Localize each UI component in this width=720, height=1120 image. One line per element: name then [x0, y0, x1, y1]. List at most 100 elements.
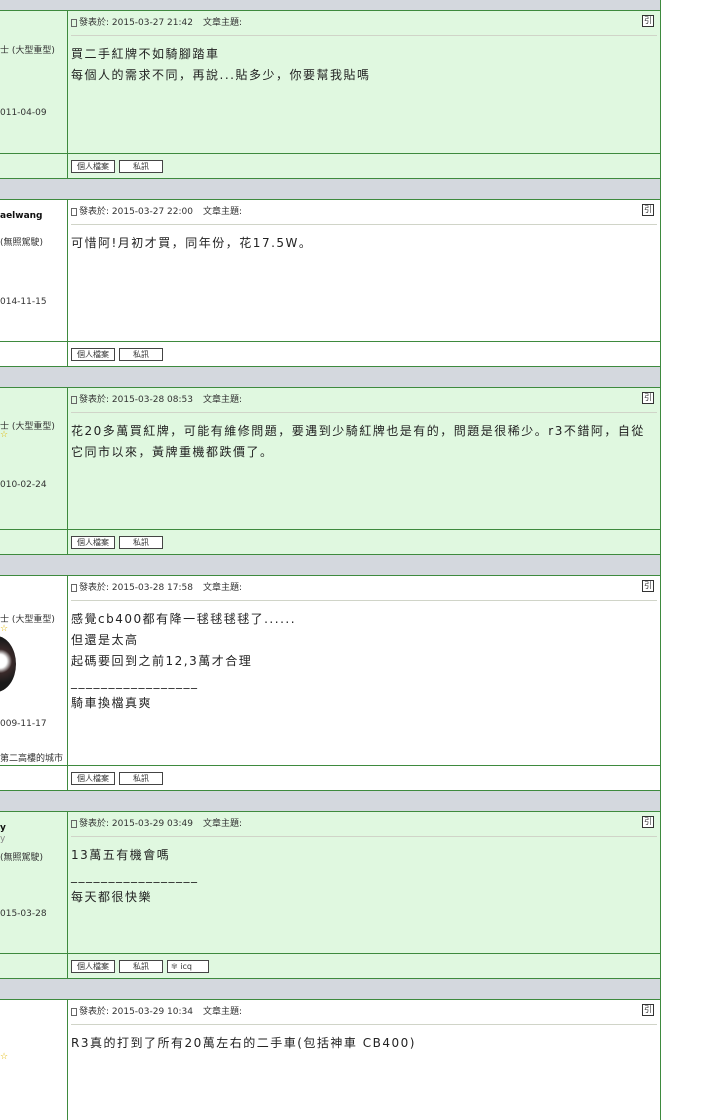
post-document-icon	[71, 1008, 77, 1016]
post-footer: 個人檔案 私訊	[0, 529, 660, 554]
profile-button[interactable]: 個人檔案	[71, 159, 115, 173]
post-meta: 發表於: 2015-03-28 08:53 文章主題: 引	[71, 388, 657, 413]
post-body: 買二手紅牌不如騎腳踏車 每個人的需求不同，再說...貼多少，你要幫我貼嗎	[71, 36, 657, 86]
footer-buttons: 個人檔案 私訊	[68, 154, 163, 178]
post-date: 發表於: 2015-03-29 10:34	[79, 1007, 193, 1017]
post-content: 發表於: 2015-03-27 22:00 文章主題: 引 可惜阿!月初才買，同…	[68, 200, 660, 341]
author-joined-date: 014-11-15	[0, 297, 47, 307]
footer-spacer	[0, 342, 68, 366]
post-body: 可惜阿!月初才買，同年份，花17.5W。	[71, 225, 657, 254]
post-footer: 個人檔案 私訊	[0, 765, 660, 790]
quote-icon[interactable]: 引	[642, 204, 654, 216]
author-rank: 士 (大型重型)	[0, 422, 55, 432]
post-meta: 發表於: 2015-03-28 17:58 文章主題: 引	[71, 576, 657, 601]
post-date: 發表於: 2015-03-29 03:49	[79, 819, 193, 829]
quote-icon[interactable]: 引	[642, 580, 654, 592]
quote-icon[interactable]: 引	[642, 15, 654, 27]
forum-thread: 士 (大型重型) 011-04-09 發表於: 2015-03-27 21:42…	[0, 0, 661, 1120]
post-line: R3真的打到了所有20萬左右的二手車(包括神車 CB400)	[71, 1036, 416, 1050]
post-content: 發表於: 2015-03-28 17:58 文章主題: 引 感覺cb400都有降…	[68, 576, 660, 765]
post-document-icon	[71, 208, 77, 216]
author-location: 第二高樓的城市	[0, 754, 64, 764]
post-topic-label: 文章主題:	[203, 583, 243, 593]
author-name[interactable]: aelwang	[0, 211, 43, 221]
footer-spacer	[0, 530, 68, 554]
post-topic-label: 文章主題:	[203, 395, 243, 405]
author-rank: (無照駕駛)	[0, 238, 44, 248]
post-signature: 騎車換檔真爽	[71, 696, 153, 710]
post-content: 發表於: 2015-03-27 21:42 文章主題: 引 買二手紅牌不如騎腳踏…	[68, 11, 660, 153]
author-rank: 士 (大型重型)	[0, 46, 55, 56]
forum-post: aelwang (無照駕駛) 014-11-15 發表於: 2015-03-27…	[0, 200, 660, 367]
forum-post: 士 (大型重型) ☆ 009-11-17 第二高樓的城市 發表於: 2015-0…	[0, 576, 660, 791]
author-rank: 士 (大型重型)	[0, 615, 55, 625]
quote-icon[interactable]: 引	[642, 392, 654, 404]
post-line: 13萬五有機會嗎	[71, 848, 171, 862]
profile-button[interactable]: 個人檔案	[71, 535, 115, 549]
post-footer: 個人檔案 私訊	[0, 341, 660, 366]
post-body: R3真的打到了所有20萬左右的二手車(包括神車 CB400)	[71, 1025, 657, 1054]
author-rank: (無照駕駛)	[0, 853, 44, 863]
row-separator	[0, 367, 660, 388]
private-message-button[interactable]: 私訊	[119, 159, 163, 173]
author-name[interactable]: y	[0, 823, 6, 833]
post-line: 每個人的需求不同，再說...貼多少，你要幫我貼嗎	[71, 68, 371, 82]
post-content: 發表於: 2015-03-29 10:34 文章主題: 引 R3真的打到了所有2…	[68, 1000, 660, 1120]
post-body: 13萬五有機會嗎 _________________ 每天都很快樂	[71, 837, 657, 908]
footer-buttons: 個人檔案 私訊 ✾ icq	[68, 954, 209, 978]
avatar[interactable]	[0, 636, 16, 692]
post-date: 發表於: 2015-03-27 22:00	[79, 207, 193, 217]
author-joined-date: 011-04-09	[0, 108, 47, 118]
rank-star-icon: ☆	[0, 624, 9, 634]
footer-buttons: 個人檔案 私訊	[68, 766, 163, 790]
author-panel: ☆	[0, 1000, 68, 1120]
quote-icon[interactable]: 引	[642, 816, 654, 828]
post-meta: 發表於: 2015-03-29 10:34 文章主題: 引	[71, 1000, 657, 1025]
rank-star-icon: ☆	[0, 430, 9, 440]
footer-buttons: 個人檔案 私訊	[68, 530, 163, 554]
post-line: 它同市以來，黃牌重機都跌價了。	[71, 445, 274, 459]
author-joined-date: 015-03-28	[0, 909, 47, 919]
row-separator	[0, 0, 660, 11]
post-content: 發表於: 2015-03-28 08:53 文章主題: 引 花20多萬買紅牌，可…	[68, 388, 660, 529]
post-content: 發表於: 2015-03-29 03:49 文章主題: 引 13萬五有機會嗎 _…	[68, 812, 660, 953]
author-joined-date: 010-02-24	[0, 480, 47, 490]
post-line: 起碼要回到之前12,3萬才合理	[71, 654, 253, 668]
row-separator	[0, 979, 660, 1000]
post-line: 可惜阿!月初才買，同年份，花17.5W。	[71, 236, 313, 250]
post-meta: 發表於: 2015-03-27 21:42 文章主題: 引	[71, 11, 657, 36]
post-document-icon	[71, 396, 77, 404]
post-line: 買二手紅牌不如騎腳踏車	[71, 47, 220, 61]
private-message-button[interactable]: 私訊	[119, 771, 163, 785]
profile-button[interactable]: 個人檔案	[71, 771, 115, 785]
rank-star-icon: ☆	[0, 1052, 9, 1062]
post-meta: 發表於: 2015-03-27 22:00 文章主題: 引	[71, 200, 657, 225]
forum-post: ☆ 發表於: 2015-03-29 10:34 文章主題: 引 R3真的打到了所…	[0, 1000, 660, 1120]
author-panel: y y (無照駕駛) 015-03-28	[0, 812, 68, 953]
post-document-icon	[71, 820, 77, 828]
author-subtitle: y	[0, 834, 6, 844]
post-signature: 每天都很快樂	[71, 890, 153, 904]
profile-button[interactable]: 個人檔案	[71, 959, 115, 973]
icq-button[interactable]: ✾ icq	[167, 959, 209, 973]
post-date: 發表於: 2015-03-28 17:58	[79, 583, 193, 593]
forum-post: y y (無照駕駛) 015-03-28 發表於: 2015-03-29 03:…	[0, 812, 660, 979]
post-meta: 發表於: 2015-03-29 03:49 文章主題: 引	[71, 812, 657, 837]
row-separator	[0, 791, 660, 812]
post-body: 感覺cb400都有降一毬毬毬毬了...... 但還是太高 起碼要回到之前12,3…	[71, 601, 657, 714]
post-date: 發表於: 2015-03-27 21:42	[79, 18, 193, 28]
author-joined-date: 009-11-17	[0, 719, 47, 729]
private-message-button[interactable]: 私訊	[119, 347, 163, 361]
private-message-button[interactable]: 私訊	[119, 535, 163, 549]
quote-icon[interactable]: 引	[642, 1004, 654, 1016]
row-separator	[0, 179, 660, 200]
author-panel: aelwang (無照駕駛) 014-11-15	[0, 200, 68, 341]
post-topic-label: 文章主題:	[203, 207, 243, 217]
row-separator	[0, 555, 660, 576]
profile-button[interactable]: 個人檔案	[71, 347, 115, 361]
forum-post: 士 (大型重型) 011-04-09 發表於: 2015-03-27 21:42…	[0, 11, 660, 179]
footer-spacer	[0, 154, 68, 178]
author-panel: 士 (大型重型) ☆ 009-11-17 第二高樓的城市	[0, 576, 68, 765]
footer-buttons: 個人檔案 私訊	[68, 342, 163, 366]
private-message-button[interactable]: 私訊	[119, 959, 163, 973]
